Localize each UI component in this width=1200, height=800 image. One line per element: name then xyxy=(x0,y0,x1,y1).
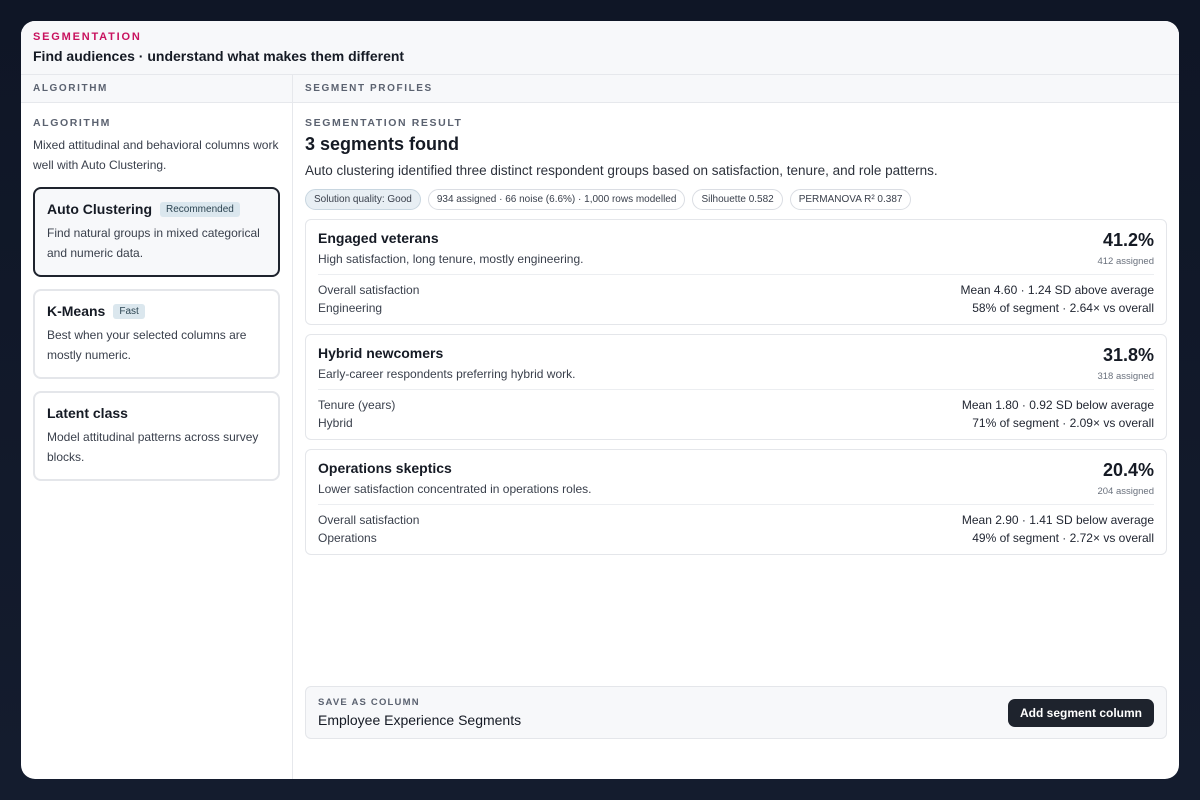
result-title: 3 segments found xyxy=(305,134,460,154)
segment-assigned: 412 assigned xyxy=(1097,256,1154,267)
profile-value: Mean 4.60 · 1.24 SD above average xyxy=(960,283,1154,297)
segment-profile-row: Overall satisfaction Mean 4.60 · 1.24 SD… xyxy=(318,281,1154,299)
result-section-label: SEGMENTATION RESULT xyxy=(305,117,463,129)
segment-column-name[interactable]: Employee Experience Segments xyxy=(318,712,521,728)
solution-quality-pill: Solution quality: Good xyxy=(305,189,421,210)
segmentation-window: SEGMENTATION Find audiences · understand… xyxy=(21,21,1179,779)
segment-card[interactable]: Hybrid newcomers Early-career respondent… xyxy=(305,334,1167,440)
segment-description: Early-career respondents preferring hybr… xyxy=(318,367,576,381)
algorithm-card-auto-clustering[interactable]: Auto Clustering Recommended Find natural… xyxy=(33,187,280,277)
fast-badge: Fast xyxy=(113,303,145,319)
algorithm-name: Latent class xyxy=(47,405,128,421)
segment-assigned: 318 assigned xyxy=(1097,371,1154,382)
profile-label: Hybrid xyxy=(318,416,353,430)
page-title: Find audiences · understand what makes t… xyxy=(33,48,405,64)
algorithm-card-k-means[interactable]: K-Means Fast Best when your selected col… xyxy=(33,289,280,379)
save-as-column-label: SAVE AS COLUMN xyxy=(318,697,420,708)
assignment-pill: 934 assigned · 66 noise (6.6%) · 1,000 r… xyxy=(427,189,686,210)
segment-profile-row: Operations 49% of segment · 2.72× vs ove… xyxy=(318,529,1154,547)
segment-assigned: 204 assigned xyxy=(1097,486,1154,497)
save-as-column-box: SAVE AS COLUMN Employee Experience Segme… xyxy=(305,686,1167,739)
page-header: SEGMENTATION Find audiences · understand… xyxy=(21,21,1179,75)
algorithm-card-latent-class[interactable]: Latent class Model attitudinal patterns … xyxy=(33,391,280,481)
profile-label: Engineering xyxy=(318,301,383,315)
segment-name: Engaged veterans xyxy=(318,230,439,246)
segment-profile-row: Tenure (years) Mean 1.80 · 0.92 SD below… xyxy=(318,396,1154,414)
add-segment-column-button[interactable]: Add segment column xyxy=(1007,698,1154,727)
page-kicker: SEGMENTATION xyxy=(33,31,142,43)
segment-description: Lower satisfaction concentrated in opera… xyxy=(318,482,592,496)
segment-percent: 31.8% xyxy=(1102,345,1154,365)
algorithm-description: Mixed attitudinal and behavioral columns… xyxy=(33,138,279,172)
segment-percent: 20.4% xyxy=(1102,460,1154,480)
profile-label: Tenure (years) xyxy=(318,398,396,412)
profile-value: 49% of segment · 2.72× vs overall xyxy=(972,531,1154,545)
profile-label: Operations xyxy=(318,531,377,545)
algorithm-name: K-Means xyxy=(47,303,106,319)
profile-value: 58% of segment · 2.64× vs overall xyxy=(972,301,1154,315)
algorithm-name: Auto Clustering xyxy=(47,201,152,217)
segment-name: Hybrid newcomers xyxy=(318,345,444,361)
segment-card[interactable]: Operations skeptics Lower satisfaction c… xyxy=(305,449,1167,555)
algorithm-section-label: ALGORITHM xyxy=(33,117,111,129)
algorithm-card-description: Model attitudinal patterns across survey… xyxy=(47,430,259,464)
segment-profile-row: Engineering 58% of segment · 2.64× vs ov… xyxy=(318,299,1154,317)
result-metrics: Solution quality: Good 934 assigned · 66… xyxy=(305,189,1167,210)
segment-profiles-heading: SEGMENT PROFILES xyxy=(293,75,1179,103)
recommended-badge: Recommended xyxy=(160,201,240,217)
segment-card[interactable]: Engaged veterans High satisfaction, long… xyxy=(305,219,1167,325)
segment-description: High satisfaction, long tenure, mostly e… xyxy=(318,252,584,266)
profile-value: 71% of segment · 2.09× vs overall xyxy=(972,416,1154,430)
segment-profile-row: Hybrid 71% of segment · 2.09× vs overall xyxy=(318,414,1154,432)
profile-value: Mean 1.80 · 0.92 SD below average xyxy=(961,398,1154,412)
profile-label: Overall satisfaction xyxy=(318,283,420,297)
segment-name: Operations skeptics xyxy=(318,460,452,476)
profile-label: Overall satisfaction xyxy=(318,513,420,527)
algorithm-panel: ALGORITHM ALGORITHM Mixed attitudinal an… xyxy=(21,75,293,779)
permanova-pill: PERMANOVA R² 0.387 xyxy=(789,189,912,210)
algorithm-card-description: Find natural groups in mixed categorical… xyxy=(47,226,260,260)
profile-value: Mean 2.90 · 1.41 SD below average xyxy=(961,513,1154,527)
segment-profile-row: Overall satisfaction Mean 2.90 · 1.41 SD… xyxy=(318,511,1154,529)
algorithm-column-heading: ALGORITHM xyxy=(21,75,292,103)
result-description: Auto clustering identified three distinc… xyxy=(305,163,938,178)
silhouette-pill: Silhouette 0.582 xyxy=(692,189,783,210)
algorithm-card-description: Best when your selected columns are most… xyxy=(47,328,247,362)
segment-profiles-panel: SEGMENT PROFILES SEGMENTATION RESULT 3 s… xyxy=(293,75,1179,779)
segment-percent: 41.2% xyxy=(1102,230,1154,250)
